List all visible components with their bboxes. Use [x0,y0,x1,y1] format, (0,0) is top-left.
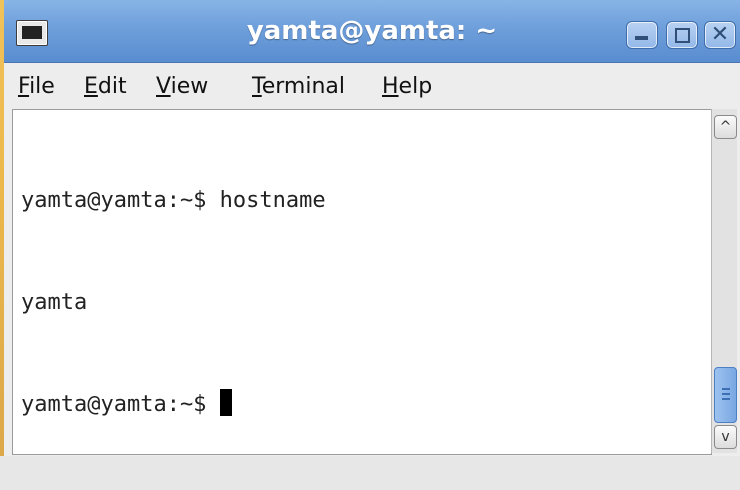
menu-file[interactable]: File [18,74,55,99]
terminal-lines: yamta@yamta:~$ hostname yamta yamta@yamt… [21,116,326,490]
terminal-prompt-line: yamta@yamta:~$ [21,388,326,422]
minimize-button[interactable] [626,21,658,49]
scroll-down-button[interactable]: v [714,425,737,449]
scrollbar-thumb[interactable] [714,367,737,423]
menu-file-mnemonic: F [18,74,30,99]
menu-help-label: elp [398,74,433,99]
menu-edit-mnemonic: E [84,74,98,99]
terminal-prompt: yamta@yamta:~$ [21,392,220,417]
menu-terminal-label: erminal [261,74,345,99]
close-icon: ✕ [710,22,730,47]
chevron-up-icon: ^ [719,119,732,135]
vertical-scrollbar[interactable]: ^ v [711,109,737,453]
maximize-icon [675,28,690,43]
maximize-button[interactable] [666,21,698,49]
chevron-down-icon: v [721,429,730,445]
terminal-cursor [219,389,232,416]
menu-terminal-mnemonic: T [252,74,262,99]
title-bar[interactable]: yamta@yamta: ~ ✕ [4,0,740,63]
terminal-window: yamta@yamta: ~ ✕ File Edit View Terminal… [0,0,740,456]
menu-edit-label: dit [97,74,127,99]
grip-line [722,388,730,390]
menu-bar: File Edit View Terminal Help [4,63,740,109]
grip-line [722,398,730,400]
grip-line [722,393,730,395]
scroll-up-button[interactable]: ^ [714,115,737,139]
menu-view-mnemonic: V [156,74,171,99]
menu-edit[interactable]: Edit [84,74,127,99]
terminal-line: yamta [21,290,88,315]
menu-view[interactable]: View [156,74,208,99]
menu-view-label: iew [170,74,209,99]
terminal-output[interactable]: yamta@yamta:~$ hostname yamta yamta@yamt… [12,109,712,455]
menu-terminal[interactable]: Terminal [252,74,345,99]
minimize-icon [635,36,648,40]
menu-help[interactable]: Help [382,74,432,99]
terminal-line: yamta@yamta:~$ hostname [21,188,326,213]
menu-file-label: ile [29,74,55,99]
close-button[interactable]: ✕ [704,21,736,49]
menu-help-mnemonic: H [382,74,399,99]
